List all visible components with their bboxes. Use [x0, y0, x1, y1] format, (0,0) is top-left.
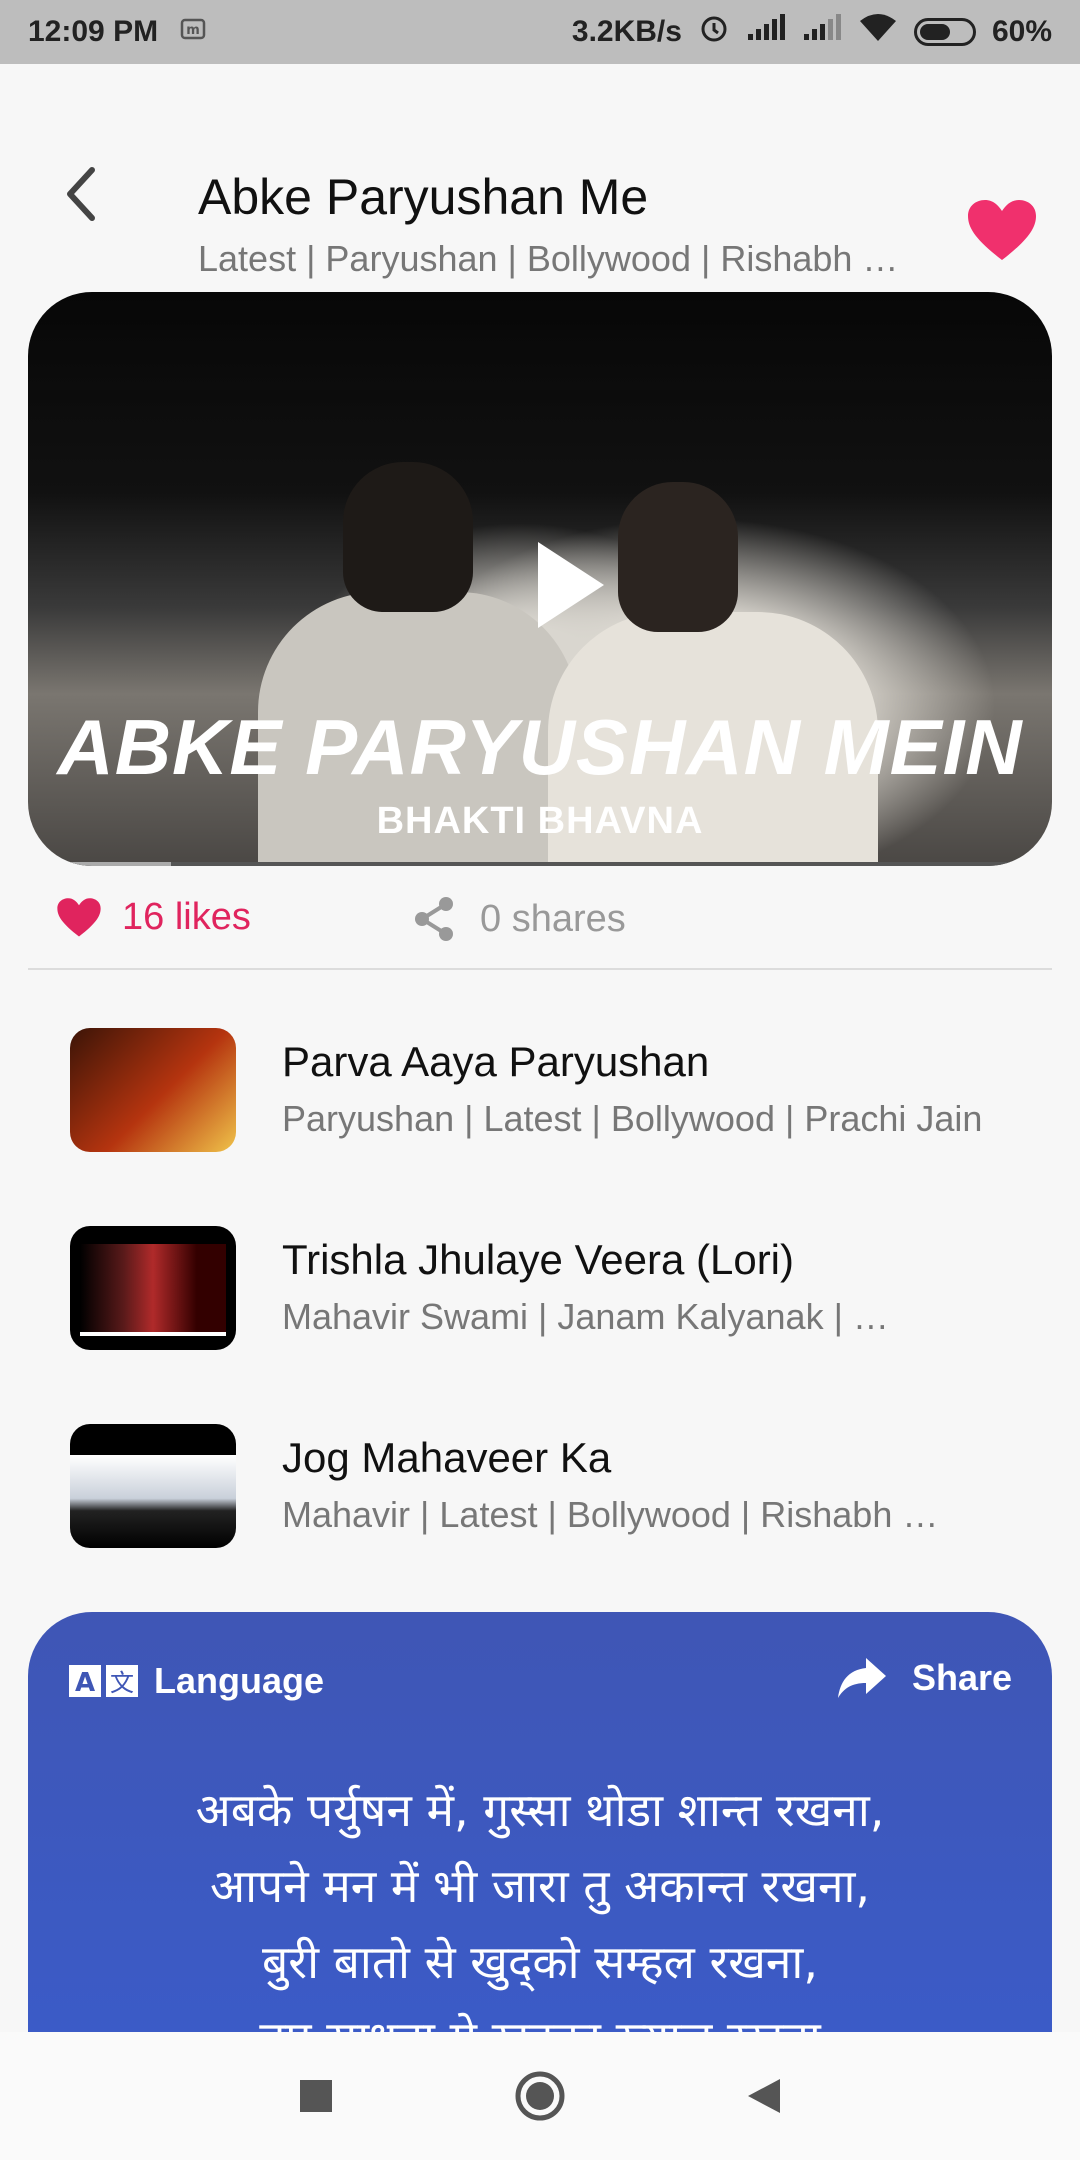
- video-progress-bar[interactable]: [28, 862, 1052, 866]
- square-icon: [300, 2080, 332, 2112]
- home-button[interactable]: [514, 2070, 566, 2122]
- likes-count: 16 likes: [122, 896, 251, 938]
- status-time: 12:09 PM: [28, 15, 159, 48]
- svg-text:A: A: [75, 1668, 95, 1698]
- status-bar: 12:09 PM m 3.2KB/s 60%: [0, 0, 1080, 64]
- list-item-title: Parva Aaya Paryushan: [282, 1038, 710, 1085]
- network-speed: 3.2KB/s: [571, 15, 682, 48]
- thumbnail: [70, 1424, 236, 1548]
- share-count-button[interactable]: 0 shares: [412, 896, 626, 942]
- play-button[interactable]: [508, 530, 618, 640]
- back-nav-button[interactable]: [738, 2070, 790, 2122]
- favorite-button[interactable]: [966, 198, 1038, 264]
- heart-icon: [968, 200, 1036, 260]
- triangle-back-icon: [748, 2079, 780, 2113]
- battery-percent: 60%: [991, 15, 1052, 48]
- signal-icon: [746, 14, 786, 50]
- thumbnail: [70, 1028, 236, 1152]
- video-overlay-title: ABKE PARYUSHAN MEIN: [57, 703, 1023, 791]
- translate-icon: A文: [69, 1665, 138, 1698]
- alarm-icon: [698, 12, 730, 52]
- home-circle-icon: [515, 2071, 565, 2121]
- like-button[interactable]: 16 likes: [56, 896, 251, 939]
- header: Abke Paryushan Me Latest | Paryushan | B…: [0, 64, 1080, 279]
- lyrics-card: A文 Language Share अबके पर्युषन में, गुस्…: [28, 1612, 1052, 2032]
- share-arrow-icon: [837, 1658, 886, 1698]
- list-item-tags: Mahavir | Latest | Bollywood | Rishabh …: [282, 1494, 939, 1535]
- play-icon: [538, 542, 604, 628]
- list-item[interactable]: Trishla Jhulaye Veera (Lori) Mahavir Swa…: [0, 1226, 1080, 1356]
- video-figure-head: [618, 482, 738, 632]
- lyric-line: अबके पर्युषन में, गुस्सा थोडा शान्त रखना…: [195, 1783, 885, 1837]
- thumbnail: [70, 1226, 236, 1350]
- page-title: Abke Paryushan Me: [198, 169, 649, 225]
- svg-text:m: m: [186, 23, 200, 38]
- list-item[interactable]: Jog Mahaveer Ka Mahavir | Latest | Bolly…: [0, 1424, 1080, 1554]
- lyric-line: तप साधना मे खुदका ख्याल रखना: [28, 2000, 1052, 2032]
- svg-text:文: 文: [110, 1669, 134, 1697]
- wifi-icon: [858, 13, 898, 51]
- share-icon: [415, 897, 453, 941]
- battery-icon: [913, 18, 976, 46]
- stats-row: 16 likes 0 shares: [0, 890, 1080, 956]
- chevron-left-icon: [67, 167, 95, 221]
- list-item-tags: Paryushan | Latest | Bollywood | Prachi …: [282, 1098, 983, 1139]
- heart-icon: [57, 897, 101, 936]
- list-item-title: Trishla Jhulaye Veera (Lori): [282, 1236, 794, 1283]
- list-item-tags: Mahavir Swami | Janam Kalyanak | …: [282, 1296, 889, 1337]
- video-overlay-subtitle: BHAKTI BHAVNA: [376, 800, 704, 842]
- shares-count: 0 shares: [480, 897, 626, 940]
- share-button[interactable]: Share: [836, 1656, 1012, 1700]
- lyrics-text: अबके पर्युषन में, गुस्सा थोडा शान्त रखना…: [28, 1772, 1052, 2032]
- signal-icon-2: [802, 14, 842, 50]
- video-figure-head: [343, 462, 473, 612]
- share-label: Share: [911, 1657, 1012, 1698]
- list-item[interactable]: Parva Aaya Paryushan Paryushan | Latest …: [0, 1028, 1080, 1158]
- language-label: Language: [154, 1660, 325, 1701]
- lyric-line: बुरी बातो से खुद्को सम्हल रखना,: [262, 1935, 818, 1989]
- list-item-title: Jog Mahaveer Ka: [282, 1434, 612, 1481]
- notification-icon: m: [180, 15, 206, 49]
- back-button[interactable]: [50, 164, 110, 224]
- system-nav-bar: [0, 2032, 1080, 2160]
- lyric-line: आपने मन में भी जारा तु अकान्त रखना,: [209, 1859, 871, 1913]
- language-button[interactable]: A文 Language: [68, 1660, 324, 1702]
- video-player[interactable]: ABKE PARYUSHAN MEIN BHAKTI BHAVNA: [28, 292, 1052, 866]
- recents-button[interactable]: [290, 2070, 342, 2122]
- divider: [28, 968, 1052, 970]
- page-subtitle: Latest | Paryushan | Bollywood | Rishabh…: [198, 238, 899, 279]
